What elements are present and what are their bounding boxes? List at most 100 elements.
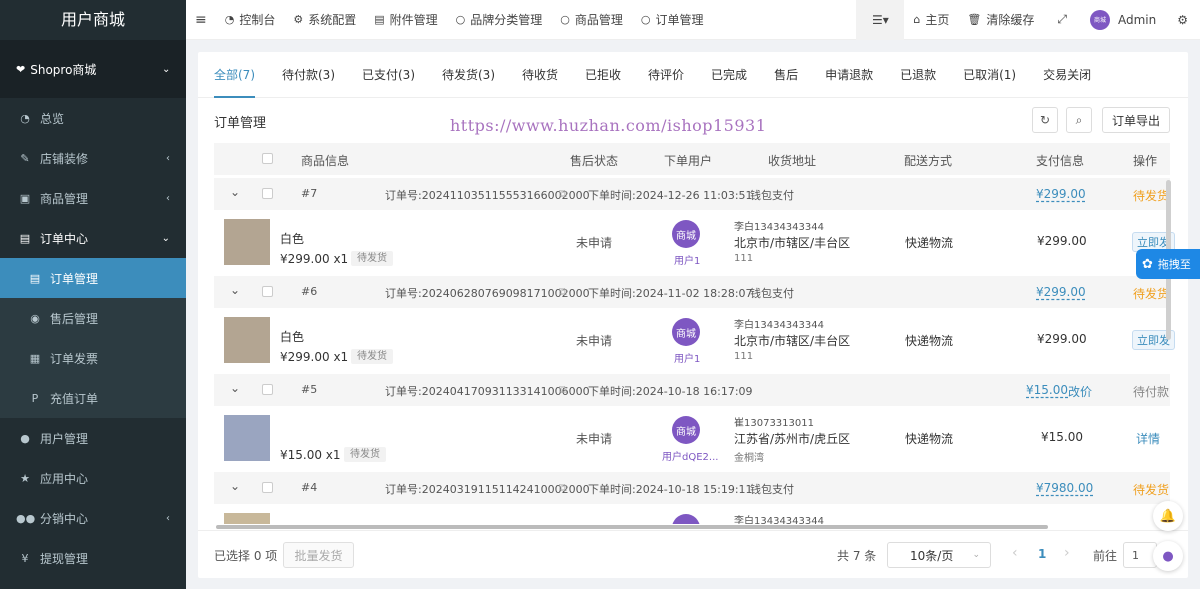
table-footer: 已选择 0 项 批量发货 共 7 条 10条/页 ⌄ ‹ 1 › 前往 1 bbox=[198, 530, 1188, 578]
nav-system-config[interactable]: ⚙ 系统配置 bbox=[284, 0, 365, 40]
sidebar-item-recharge[interactable]: P 充值订单 bbox=[0, 378, 186, 418]
expand-chevron-icon[interactable]: ⌄ bbox=[230, 381, 240, 395]
copy-icon[interactable]: ⧉ bbox=[559, 481, 567, 495]
sidebar-item-users[interactable]: ● 用户管理 bbox=[0, 418, 186, 458]
tab-status[interactable]: 待收货 bbox=[522, 52, 558, 98]
order-action-button[interactable]: 详情 bbox=[1136, 430, 1160, 447]
nav-brand-category[interactable]: ○ 品牌分类管理 bbox=[447, 0, 552, 40]
tab-status[interactable]: 已取消(1) bbox=[963, 52, 1016, 98]
user-name-link[interactable]: 用户dQE2... bbox=[662, 448, 718, 463]
export-button[interactable]: 订单导出 bbox=[1102, 107, 1170, 133]
order-time: 下单时间:2024-10-18 15:19:11 bbox=[588, 483, 753, 496]
notification-button[interactable]: 🔔 bbox=[1153, 501, 1183, 531]
sidebar-item-overview[interactable]: ◔ 总览 bbox=[0, 98, 186, 138]
tab-status[interactable]: 已退款 bbox=[900, 52, 936, 98]
tab-status[interactable]: 交易关闭 bbox=[1043, 52, 1091, 98]
sidebar-item-products[interactable]: ▣ 商品管理 ‹ bbox=[0, 178, 186, 218]
tab-status[interactable]: 已支付(3) bbox=[362, 52, 415, 98]
settings-button[interactable]: ⚙ bbox=[1165, 0, 1200, 40]
copy-icon[interactable]: ⧉ bbox=[559, 187, 567, 201]
expand-chevron-icon[interactable]: ⌄ bbox=[230, 283, 240, 297]
top-navbar: ≡ ◔ 控制台 ⚙ 系统配置 ▤ 附件管理 ○ 品牌分类管理 ○ 商品管理 ○ 订单管理 ☰… bbox=[186, 0, 1200, 40]
sidebar-group-shopro[interactable]: ❤ Shopro商城 ⌄ bbox=[0, 40, 186, 98]
change-price-link[interactable]: 改价 bbox=[1068, 383, 1092, 400]
file-icon: ▤ bbox=[29, 271, 41, 285]
list-dropdown-button[interactable]: ☰▾ bbox=[856, 0, 905, 40]
drag-float-button[interactable]: ✿ 拖拽至 bbox=[1136, 249, 1200, 279]
nav-products[interactable]: ○ 商品管理 bbox=[551, 0, 632, 40]
gear-icon: ⚙ bbox=[1177, 12, 1188, 27]
page-number-current[interactable]: 1 bbox=[1038, 547, 1046, 561]
sidebar-item-aftersale[interactable]: ◉ 售后管理 bbox=[0, 298, 186, 338]
user-name-link[interactable]: 用户1 bbox=[674, 252, 700, 267]
clear-cache-button[interactable]: 🗑 清除缓存 bbox=[958, 0, 1043, 40]
tab-status[interactable]: 已完成 bbox=[711, 52, 747, 98]
tab-status[interactable]: 全部(7) bbox=[214, 52, 255, 98]
refresh-button[interactable]: ↻ bbox=[1032, 107, 1058, 133]
box-icon: ▣ bbox=[19, 191, 31, 205]
menu-toggle[interactable]: ≡ bbox=[186, 0, 216, 40]
user-menu[interactable]: 商城 Admin bbox=[1081, 0, 1165, 40]
avatar: 商城 bbox=[1089, 9, 1110, 30]
copy-icon[interactable]: ⧉ bbox=[559, 383, 567, 397]
sidebar-item-decoration[interactable]: ✎ 店铺装修 ‹ bbox=[0, 138, 186, 178]
order-checkbox[interactable] bbox=[262, 286, 273, 297]
sidebar-item-withdraw[interactable]: ¥ 提现管理 bbox=[0, 538, 186, 578]
fullscreen-button[interactable]: ⤢ bbox=[1043, 0, 1081, 40]
status-badge: 待发货 bbox=[351, 251, 393, 266]
user-avatar[interactable]: 商城 bbox=[672, 318, 700, 346]
goto-page-input[interactable]: 1 bbox=[1123, 542, 1157, 568]
sidebar-item-order-manage[interactable]: ▤ 订单管理 bbox=[0, 258, 186, 298]
tab-status[interactable]: 售后 bbox=[774, 52, 798, 98]
column-header: 商品信息 bbox=[301, 154, 350, 168]
product-thumbnail[interactable] bbox=[224, 415, 270, 461]
chat-button[interactable]: ● bbox=[1153, 541, 1183, 571]
search-button[interactable]: ⌕ bbox=[1066, 107, 1092, 133]
next-page-button[interactable]: › bbox=[1064, 545, 1070, 561]
user-avatar[interactable]: 商城 bbox=[672, 220, 700, 248]
nav-attachments[interactable]: ▤ 附件管理 bbox=[365, 0, 446, 40]
product-thumbnail[interactable] bbox=[224, 513, 270, 524]
horizontal-scrollbar[interactable] bbox=[216, 525, 1048, 529]
pay-amount[interactable]: ¥7980.00 bbox=[1036, 481, 1093, 495]
page-size-select[interactable]: 10条/页 ⌄ bbox=[887, 542, 991, 568]
order-checkbox[interactable] bbox=[262, 188, 273, 199]
product-thumbnail[interactable] bbox=[224, 219, 270, 265]
select-all-checkbox[interactable] bbox=[262, 153, 273, 164]
expand-chevron-icon[interactable]: ⌄ bbox=[230, 479, 240, 493]
pay-amount[interactable]: ¥15.00 bbox=[1026, 383, 1068, 397]
product-thumbnail[interactable] bbox=[224, 317, 270, 363]
order-status: 待发货 bbox=[1133, 287, 1170, 301]
sidebar-item-distribution[interactable]: ●● 分销中心 ‹ bbox=[0, 498, 186, 538]
user-avatar[interactable]: 商城 bbox=[672, 416, 700, 444]
order-checkbox[interactable] bbox=[262, 384, 273, 395]
order-id: #4 bbox=[301, 481, 318, 494]
copy-icon[interactable]: ⧉ bbox=[559, 285, 567, 299]
search-icon: ⌕ bbox=[1075, 112, 1083, 127]
home-link[interactable]: ⌂ 主页 bbox=[904, 0, 958, 40]
sidebar-item-order-center[interactable]: ▤ 订单中心 ⌄ bbox=[0, 218, 186, 258]
sidebar-item-invoice[interactable]: ▦ 订单发票 bbox=[0, 338, 186, 378]
order-status: 待发货 bbox=[1133, 483, 1170, 497]
address-name: 李白13434343344 bbox=[734, 516, 824, 524]
tab-status[interactable]: 申请退款 bbox=[825, 52, 873, 98]
pay-amount[interactable]: ¥299.00 bbox=[1036, 285, 1086, 299]
sidebar-item-apps[interactable]: ★ 应用中心 bbox=[0, 458, 186, 498]
order-checkbox[interactable] bbox=[262, 482, 273, 493]
user-avatar[interactable]: 商城 bbox=[672, 514, 700, 524]
pay-amount[interactable]: ¥299.00 bbox=[1036, 187, 1086, 201]
column-header: 配送方式 bbox=[904, 154, 953, 168]
tab-status[interactable]: 待付款(3) bbox=[282, 52, 335, 98]
tab-status[interactable]: 待发货(3) bbox=[442, 52, 495, 98]
prev-page-button[interactable]: ‹ bbox=[1012, 545, 1018, 561]
nav-dashboard[interactable]: ◔ 控制台 bbox=[216, 0, 285, 40]
nav-orders[interactable]: ○ 订单管理 bbox=[632, 0, 713, 40]
page-size-value: 10条/页 bbox=[910, 548, 954, 563]
tab-status[interactable]: 已拒收 bbox=[585, 52, 621, 98]
batch-ship-button[interactable]: 批量发货 bbox=[283, 542, 354, 568]
tab-status[interactable]: 待评价 bbox=[648, 52, 684, 98]
user-name-link[interactable]: 用户1 bbox=[674, 350, 700, 365]
expand-chevron-icon[interactable]: ⌄ bbox=[230, 185, 240, 199]
order-status: 待付款 bbox=[1133, 385, 1170, 399]
delivery-method: 快递物流 bbox=[905, 236, 954, 250]
